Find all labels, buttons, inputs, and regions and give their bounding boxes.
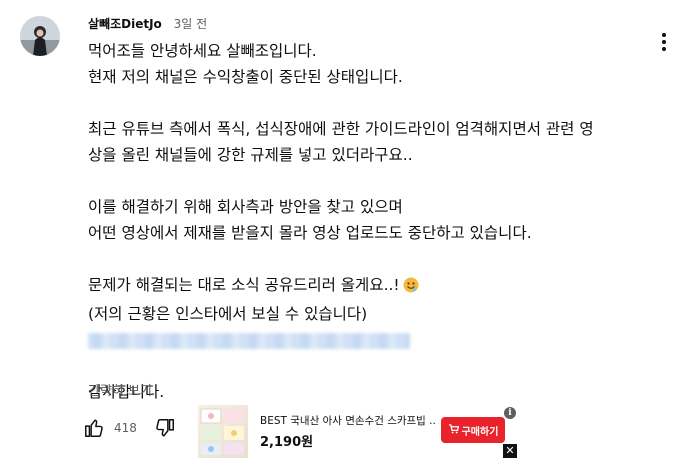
close-icon[interactable]: ✕ <box>503 444 517 458</box>
comment-line: 상을 올린 채널들에 강한 규제를 넣고 있더라구요.. <box>88 146 413 164</box>
comment-line: 현재 저의 채널은 수익창출이 중단된 상태입니다. <box>88 68 403 86</box>
comment-actions: 418 <box>80 412 179 444</box>
comment-line: (저의 근황은 인스타에서 보실 수 있습니다) <box>88 305 368 323</box>
drooling-face-emoji-icon <box>403 275 419 301</box>
thumb-up-icon[interactable] <box>80 414 108 442</box>
comment-line: 먹어조들 안녕하세요 살빼조입니다. <box>88 42 317 60</box>
comment-line: 어떤 영상에서 제재를 받을지 몰라 영상 업로드도 중단하고 있습니다. <box>88 224 532 242</box>
thumb-down-icon[interactable] <box>151 414 179 442</box>
show-less-button[interactable]: 간략히 보기 <box>88 380 152 399</box>
comment-header: 살빼조DietJo 3일 전 <box>88 14 207 34</box>
comment-time[interactable]: 3일 전 <box>174 17 208 31</box>
avatar[interactable] <box>20 16 60 56</box>
ad-title[interactable]: BEST 국내산 아사 면손수건 스카프빕 .. <box>260 413 436 428</box>
buy-button[interactable]: 구매하기 <box>441 417 505 443</box>
author-name[interactable]: 살빼조DietJo <box>88 17 162 31</box>
cart-icon <box>448 423 459 437</box>
info-icon[interactable]: i <box>504 407 516 419</box>
shopping-ad[interactable]: BEST 국내산 아사 면손수건 스카프빕 .. 2,190원 구매하기 i ✕ <box>198 405 520 458</box>
ad-price: 2,190원 <box>260 435 314 450</box>
comment-line: 감사합니다. <box>88 383 165 401</box>
blurred-link-row <box>88 327 678 353</box>
comment-body: 먹어조들 안녕하세요 살빼조입니다. 현재 저의 채널은 수익창출이 중단된 상… <box>88 38 678 405</box>
comment-line: 이를 해결하기 위해 회사측과 방안을 찾고 있으며 <box>88 198 403 216</box>
ad-product-image[interactable] <box>198 405 248 458</box>
like-count: 418 <box>114 421 137 435</box>
comment-line-with-emoji: 문제가 해결되는 대로 소식 공유드리러 올게요..! <box>88 272 678 301</box>
buy-button-label: 구매하기 <box>461 426 499 438</box>
blurred-link[interactable] <box>88 332 410 349</box>
comment-line: 최근 유튜브 측에서 폭식, 섭식장애에 관한 가이드라인이 엄격해지면서 관련… <box>88 120 594 138</box>
comment-line: 문제가 해결되는 대로 소식 공유드리러 올게요..! <box>88 276 400 294</box>
